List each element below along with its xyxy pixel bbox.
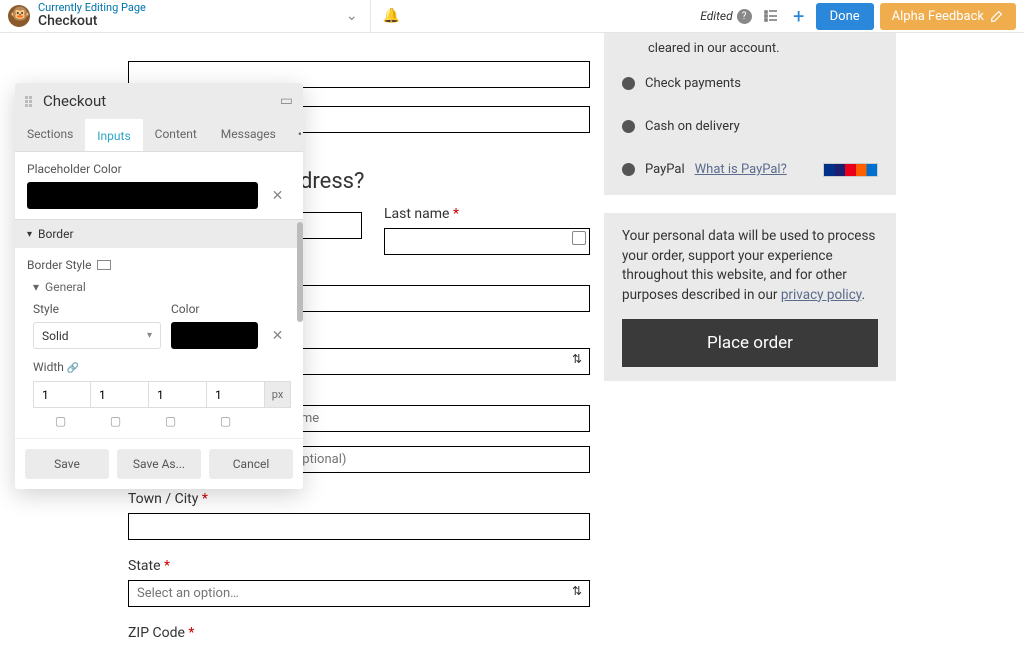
width-unit[interactable]: px	[265, 381, 291, 408]
panel-tabs: Sections Inputs Content Messages •••	[15, 119, 303, 152]
payment-paypal[interactable]: PayPal What is PayPal?	[622, 148, 878, 177]
chevron-down-icon: ▾	[147, 330, 152, 341]
tab-sections[interactable]: Sections	[15, 119, 85, 151]
border-color-swatch[interactable]	[171, 322, 258, 349]
link-icon[interactable]: 🔗	[67, 363, 79, 374]
clear-border-color-button[interactable]: ✕	[264, 322, 291, 349]
panel-footer: Save Save As... Cancel	[15, 438, 303, 489]
notifications-icon[interactable]: 🔔	[383, 8, 400, 24]
town-label: Town / City *	[128, 491, 208, 507]
chevron-down-icon: ▾	[27, 229, 32, 240]
general-toggle[interactable]: ▾ General	[33, 280, 291, 294]
side-bottom-icon: ▢	[143, 414, 198, 428]
tab-more[interactable]: •••	[288, 119, 303, 151]
border-width-top[interactable]	[33, 381, 91, 408]
last-name-label: Last name *	[384, 206, 459, 222]
tab-content[interactable]: Content	[143, 119, 209, 151]
chevron-down-icon: ▾	[33, 280, 39, 294]
add-icon[interactable]: +	[788, 5, 810, 27]
edited-status: Edited	[700, 9, 732, 23]
border-style-label: Border Style	[27, 258, 291, 272]
border-section-toggle[interactable]: ▾ Border	[15, 219, 303, 248]
clear-color-button[interactable]: ✕	[264, 182, 291, 209]
tab-inputs[interactable]: Inputs	[85, 119, 142, 151]
card-logos-icon	[823, 163, 878, 177]
page-name: Checkout	[38, 14, 146, 29]
border-width-left[interactable]	[207, 381, 265, 408]
last-name-input[interactable]	[384, 228, 590, 255]
page-dropdown-chevron[interactable]: ⌄	[346, 8, 358, 24]
scrollbar-thumb[interactable]	[297, 222, 303, 322]
payment-check[interactable]: Check payments	[622, 62, 878, 105]
privacy-box: Your personal data will be used to proce…	[604, 213, 896, 381]
ship-heading-partial: dress?	[300, 169, 590, 194]
panel-header[interactable]: Checkout ▭	[15, 83, 303, 119]
responsive-icon[interactable]	[97, 260, 111, 270]
paypal-help-link[interactable]: What is PayPal?	[695, 162, 787, 177]
payment-sidebar: cleared in our account. Check payments C…	[604, 33, 896, 381]
payment-cod[interactable]: Cash on delivery	[622, 105, 878, 148]
place-order-button[interactable]: Place order	[622, 319, 878, 367]
ship-different-checkbox[interactable]	[572, 231, 586, 245]
side-top-icon: ▢	[33, 414, 88, 428]
zip-label: ZIP Code *	[128, 625, 194, 641]
state-select[interactable]	[128, 580, 590, 607]
privacy-text: Your personal data will be used to proce…	[622, 227, 878, 305]
border-color-label: Color	[171, 302, 291, 316]
help-icon[interactable]: ?	[737, 9, 752, 24]
divider	[370, 0, 371, 33]
side-left-icon: ▢	[198, 414, 253, 428]
drag-handle-icon[interactable]	[25, 96, 35, 107]
settings-panel: Checkout ▭ Sections Inputs Content Messa…	[15, 83, 303, 489]
feedback-button[interactable]: Alpha Feedback	[880, 3, 1016, 30]
done-button[interactable]: Done	[816, 3, 874, 30]
top-toolbar: Currently Editing Page Checkout ⌄ 🔔 Edit…	[0, 0, 1024, 33]
radio-icon	[622, 120, 635, 133]
border-style-select[interactable]: Solid ▾	[33, 322, 161, 349]
page-meta[interactable]: Currently Editing Page Checkout	[38, 2, 146, 29]
payment-methods-box: cleared in our account. Check payments C…	[604, 33, 896, 195]
tab-messages[interactable]: Messages	[209, 119, 288, 151]
border-width-bottom[interactable]	[149, 381, 207, 408]
privacy-link[interactable]: privacy policy	[781, 287, 862, 303]
border-width-right[interactable]	[91, 381, 149, 408]
cancel-button[interactable]: Cancel	[209, 449, 293, 479]
window-icon[interactable]: ▭	[280, 93, 293, 109]
placeholder-color-label: Placeholder Color	[27, 162, 291, 176]
panel-title: Checkout	[43, 92, 280, 110]
style-label: Style	[33, 302, 161, 316]
placeholder-color-swatch[interactable]	[27, 182, 258, 209]
side-right-icon: ▢	[88, 414, 143, 428]
feedback-label: Alpha Feedback	[892, 9, 984, 24]
save-button[interactable]: Save	[25, 449, 109, 479]
town-input[interactable]	[128, 513, 590, 540]
width-label: Width 🔗	[33, 360, 79, 374]
radio-icon	[622, 163, 635, 176]
outline-icon[interactable]	[760, 5, 782, 27]
radio-icon	[622, 77, 635, 90]
bank-note: cleared in our account.	[622, 37, 878, 62]
save-as-button[interactable]: Save As...	[117, 449, 201, 479]
app-logo	[8, 5, 30, 27]
state-label: State *	[128, 558, 170, 574]
